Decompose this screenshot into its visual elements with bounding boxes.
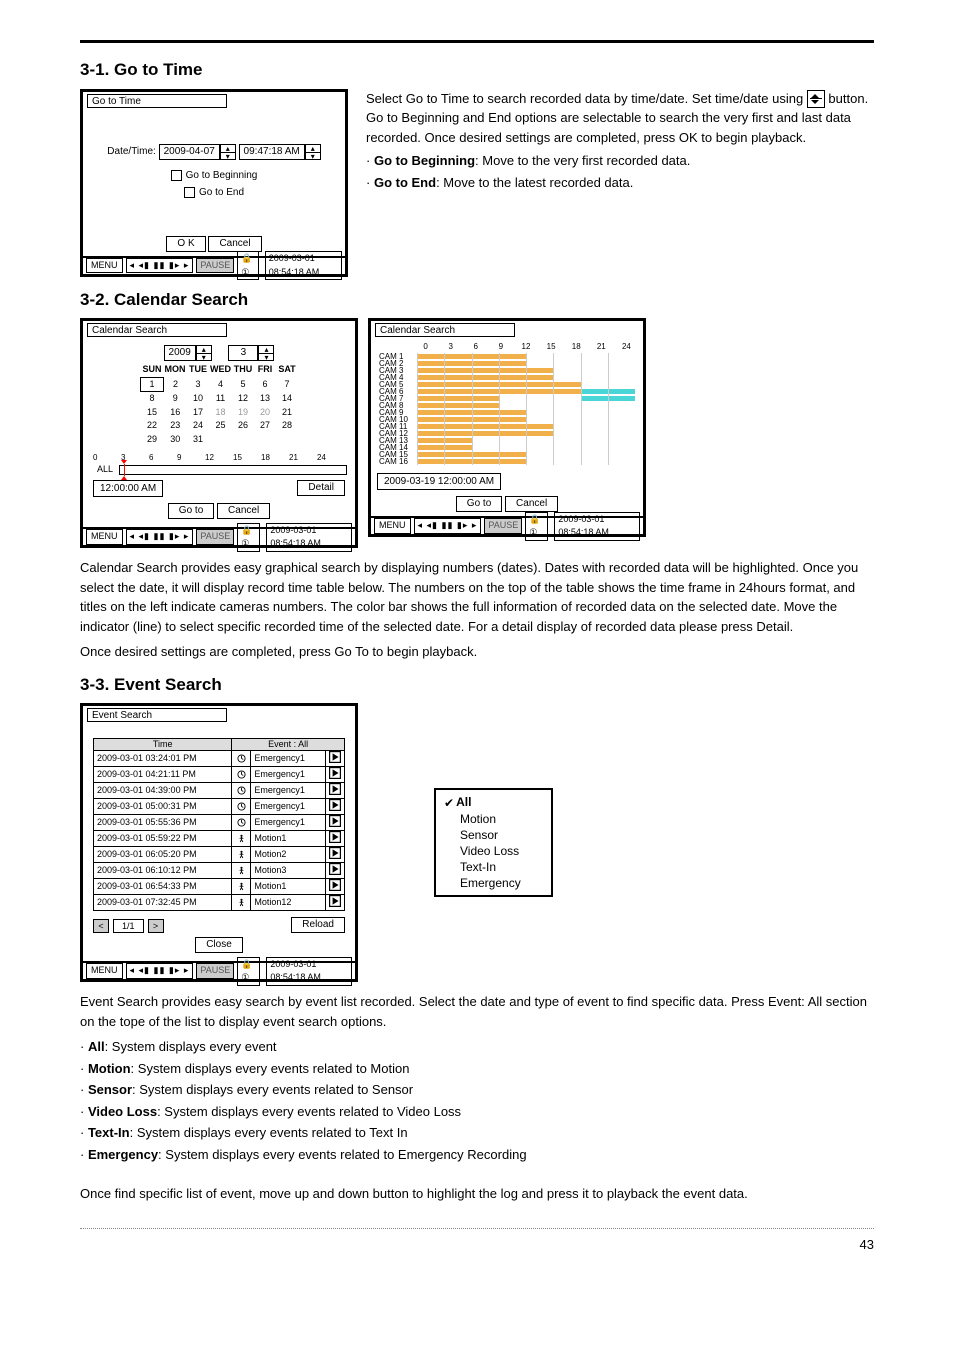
goto-time-window: Go to Time Date/Time: 2009-04-07▴▾ 09:47… xyxy=(80,89,348,277)
pause-indicator: PAUSE xyxy=(196,258,234,274)
status-timestamp: 2009-03-01 08:54:18 AM xyxy=(266,957,352,986)
filter-text-in[interactable]: Text-In xyxy=(444,859,521,875)
time-readout: 12:00:00 AM xyxy=(93,480,163,497)
calendar-grid[interactable]: SUNMONTUEWEDTHUFRISAT1234567891011121314… xyxy=(140,363,298,446)
lock-icon: 🔒① xyxy=(237,523,260,552)
timeline-indicator[interactable] xyxy=(124,464,125,476)
filter-emergency[interactable]: Emergency xyxy=(444,875,521,891)
calendar-paragraph-1: Calendar Search provides easy graphical … xyxy=(80,558,874,636)
page-indicator: 1/1 xyxy=(113,919,144,933)
filter-video-loss[interactable]: Video Loss xyxy=(444,843,521,859)
goto-button[interactable]: Go to xyxy=(456,496,502,512)
goto-beginning-checkbox[interactable]: Go to Beginning xyxy=(91,168,337,183)
page-number: 43 xyxy=(80,1235,874,1255)
year-field[interactable]: 2009 xyxy=(164,345,196,361)
transport-controls[interactable]: ◂ ◂▮ ▮▮ ▮▸ ▸ xyxy=(126,258,194,274)
timeline-all-row[interactable]: ALL xyxy=(91,464,347,476)
reload-button[interactable]: Reload xyxy=(291,917,345,933)
top-rule xyxy=(80,40,874,43)
check-icon: ✔ xyxy=(444,795,454,811)
status-bar: MENU ◂ ◂▮ ▮▮ ▮▸ ▸ PAUSE 🔒① 2009-03-01 08… xyxy=(83,961,355,979)
page-next-button[interactable]: > xyxy=(148,919,164,933)
transport-controls[interactable]: ◂ ◂▮ ▮▮ ▮▸ ▸ xyxy=(126,529,194,545)
goto-end-checkbox[interactable]: Go to End xyxy=(91,185,337,200)
heading-3-3: 3-3. Event Search xyxy=(80,672,874,698)
filter-motion[interactable]: Motion xyxy=(444,811,521,827)
status-timestamp: 2009-03-01 08:54:18 AM xyxy=(266,523,352,552)
lock-icon: 🔒① xyxy=(237,957,260,986)
goto-window-title: Go to Time xyxy=(87,94,227,108)
filter-sensor[interactable]: Sensor xyxy=(444,827,521,843)
date-field[interactable]: 2009-04-07 xyxy=(159,144,220,160)
event-search-window: Event Search TimeEvent : All2009-03-01 0… xyxy=(80,703,358,982)
status-bar: MENU ◂ ◂▮ ▮▮ ▮▸ ▸ PAUSE 🔒① 2009-03-01 08… xyxy=(83,256,345,274)
event-table[interactable]: TimeEvent : All2009-03-01 03:24:01 PMEme… xyxy=(93,738,345,911)
event-paragraph-2: Once find specific list of event, move u… xyxy=(80,1184,874,1204)
timeline-hour-labels: 03691215182124 xyxy=(91,452,347,464)
menu-button[interactable]: MENU xyxy=(86,529,123,545)
transport-controls[interactable]: ◂ ◂▮ ▮▮ ▮▸ ▸ xyxy=(414,518,482,534)
menu-button[interactable]: MENU xyxy=(374,518,411,534)
datetime-label: Date/Time: xyxy=(107,146,156,157)
status-timestamp: 2009-03-01 08:54:18 AM xyxy=(265,251,342,280)
spinner-icon xyxy=(807,90,825,108)
goto-button[interactable]: Go to xyxy=(168,503,214,519)
event-paragraph-1: Event Search provides easy search by eve… xyxy=(80,992,874,1031)
calendar-search-window: Calendar Search 2009▴▾ 3▴▾ SUNMONTUEWEDT… xyxy=(80,318,358,548)
close-button[interactable]: Close xyxy=(195,937,243,953)
calendar-window-title: Calendar Search xyxy=(87,323,227,337)
status-bar: MENU ◂ ◂▮ ▮▮ ▮▸ ▸ PAUSE 🔒① 2009-03-01 08… xyxy=(371,516,643,534)
time-field[interactable]: 09:47:18 AM xyxy=(239,144,305,160)
calendar-detail-title: Calendar Search xyxy=(375,323,515,337)
event-window-title: Event Search xyxy=(87,708,227,722)
event-bullet-list: All: System displays every eventMotion: … xyxy=(80,1037,874,1164)
pause-indicator: PAUSE xyxy=(196,529,234,545)
lock-icon: 🔒① xyxy=(237,251,258,280)
heading-3-1: 3-1. Go to Time xyxy=(80,57,874,83)
filter-all[interactable]: All xyxy=(456,795,471,809)
pause-indicator: PAUSE xyxy=(196,963,234,979)
ok-button[interactable]: O K xyxy=(166,236,205,252)
detail-button[interactable]: Detail xyxy=(297,480,345,496)
transport-controls[interactable]: ◂ ◂▮ ▮▮ ▮▸ ▸ xyxy=(126,963,194,979)
pause-indicator: PAUSE xyxy=(484,518,522,534)
camera-hour-labels: 03691215182124 xyxy=(413,341,639,351)
pager: < 1/1 > xyxy=(93,919,164,933)
menu-button[interactable]: MENU xyxy=(86,963,123,979)
cancel-button[interactable]: Cancel xyxy=(505,496,558,512)
detail-time-readout: 2009-03-19 12:00:00 AM xyxy=(377,473,501,490)
lock-icon: 🔒① xyxy=(525,512,548,541)
heading-3-2: 3-2. Calendar Search xyxy=(80,287,874,313)
month-field[interactable]: 3 xyxy=(228,345,258,361)
calendar-detail-window: Calendar Search 03691215182124 CAM 1CAM … xyxy=(368,318,646,537)
goto-description: Select Go to Time to search recorded dat… xyxy=(366,89,874,195)
event-filter-popup[interactable]: ✔All Motion Sensor Video Loss Text-In Em… xyxy=(434,788,553,897)
status-timestamp: 2009-03-01 08:54:18 AM xyxy=(554,512,640,541)
year-spinner-icon[interactable]: ▴▾ xyxy=(196,345,212,361)
page-prev-button[interactable]: < xyxy=(93,919,109,933)
date-spinner-icon[interactable]: ▴▾ xyxy=(220,144,236,160)
cancel-button[interactable]: Cancel xyxy=(208,236,261,252)
footer-rule xyxy=(80,1228,874,1229)
menu-button[interactable]: MENU xyxy=(86,258,123,274)
camera-timeline-chart: CAM 1CAM 2CAM 3CAM 4CAM 5CAM 6CAM 7CAM 8… xyxy=(375,351,639,469)
cancel-button[interactable]: Cancel xyxy=(217,503,270,519)
month-spinner-icon[interactable]: ▴▾ xyxy=(258,345,274,361)
calendar-paragraph-2: Once desired settings are completed, pre… xyxy=(80,642,874,662)
status-bar: MENU ◂ ◂▮ ▮▮ ▮▸ ▸ PAUSE 🔒① 2009-03-01 08… xyxy=(83,527,355,545)
time-spinner-icon[interactable]: ▴▾ xyxy=(305,144,321,160)
